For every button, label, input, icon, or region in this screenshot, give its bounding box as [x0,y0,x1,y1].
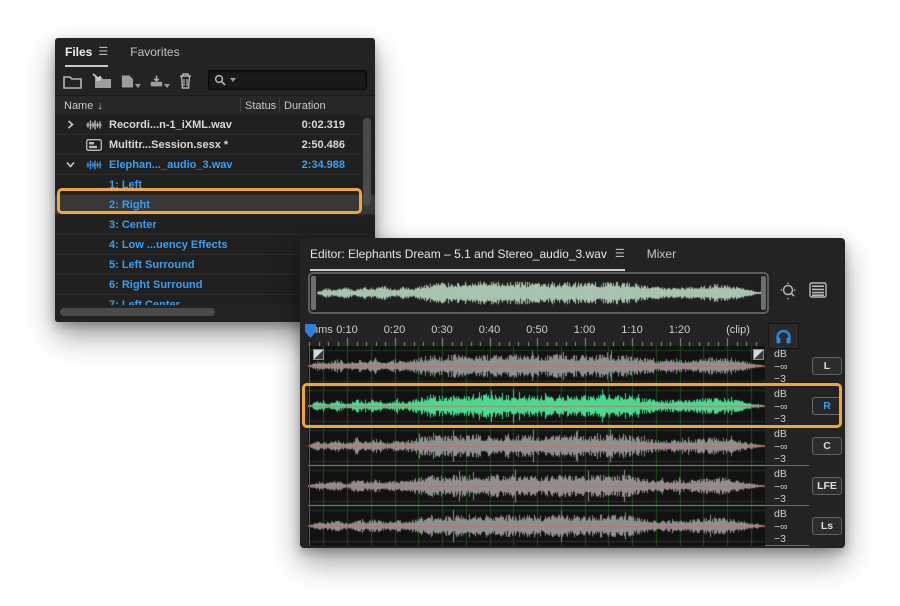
expander-chevron-icon[interactable] [63,161,77,168]
channel-button-c[interactable]: C [812,437,842,455]
search-input[interactable] [208,70,367,90]
db-scale: dB−∞−3 [765,386,809,426]
overview-right-handle[interactable] [761,276,766,310]
channel-button-column: L R C LFE Ls [809,346,845,546]
row-name: Elephan..._audio_3.wav [109,159,233,171]
column-divider [240,98,241,113]
column-status[interactable]: Status [245,100,276,112]
waveform-display[interactable] [308,346,765,546]
search-caret-icon [230,78,236,82]
row-name: 5: Left Surround [109,259,195,271]
row-name: 3: Center [109,219,157,231]
editor-panel: Editor: Elephants Dream – 5.1 and Stereo… [300,238,845,548]
trash-icon[interactable] [179,71,199,89]
zoom-navigate-icon[interactable] [778,280,800,307]
db-label: dB [774,468,787,480]
minus3-label: −3 [774,373,786,385]
minus3-label: −3 [774,453,786,465]
horizontal-scrollbar[interactable] [60,308,215,316]
tab-files-label: Files [65,45,92,59]
files-tabbar: Files ☰ Favorites [55,38,375,65]
files-column-header: Name ↓ Status Duration [55,95,375,116]
tab-files[interactable]: Files ☰ [65,36,108,67]
row-name: 2: Right [109,199,150,211]
timeline-ruler[interactable]: hms0:100:200:300:400:501:001:101:20(clip… [308,322,765,346]
db-scale: dB−∞−3 [765,346,809,386]
db-label: dB [774,428,787,440]
channel-button-ls[interactable]: Ls [812,517,842,535]
import-folder-icon[interactable] [92,71,112,89]
channel-button-l[interactable]: L [812,357,842,375]
row-duration: 0:02.319 [302,119,345,131]
tab-editor-label: Editor: Elephants Dream – 5.1 and Stereo… [310,247,607,261]
tab-mixer[interactable]: Mixer [647,236,676,271]
channel-row[interactable]: 1: Left [55,175,375,195]
db-scale: dB−∞−3 [765,466,809,506]
db-scale: dB−∞−3 [765,506,809,546]
vertical-scrollbar[interactable] [363,118,371,206]
new-file-icon[interactable] [121,71,141,89]
open-folder-icon[interactable] [63,71,83,89]
row-duration: 2:50.486 [302,139,345,151]
file-row[interactable]: Elephan..._audio_3.wav 2:34.988 [55,155,375,175]
editor-tabbar: Editor: Elephants Dream – 5.1 and Stereo… [300,238,845,268]
waveform-icon [85,160,103,170]
column-name[interactable]: Name ↓ [55,100,103,112]
tab-favorites[interactable]: Favorites [130,36,179,67]
save-export-icon[interactable] [150,71,170,89]
panel-menu-icon[interactable]: ☰ [98,45,108,58]
neg-infinity-label: −∞ [774,401,788,413]
minus3-label: −3 [774,413,786,425]
column-divider [279,98,280,113]
ruler-ticks [308,335,765,346]
file-row[interactable]: Recordi...n-1_iXML.wav 0:02.319 [55,115,375,135]
waveform-icon [85,120,103,130]
tab-editor[interactable]: Editor: Elephants Dream – 5.1 and Stereo… [310,236,625,271]
overview-navigator[interactable] [308,272,769,314]
db-label: dB [774,388,787,400]
row-name: 1: Left [109,179,142,191]
fade-in-handle[interactable] [313,349,324,360]
neg-infinity-label: −∞ [774,481,788,493]
expander-chevron-icon[interactable] [63,120,77,129]
files-toolbar [55,65,375,95]
neg-infinity-label: −∞ [774,361,788,373]
panel-menu-icon[interactable]: ☰ [615,247,625,260]
row-duration: 2:34.988 [302,159,345,171]
session-icon [85,139,103,151]
db-label: dB [774,508,787,520]
db-scale-column: dB−∞−3dB−∞−3dB−∞−3dB−∞−3dB−∞−3 [765,346,809,546]
tab-mixer-label: Mixer [647,247,676,261]
channel-row[interactable]: 2: Right [55,195,375,215]
row-name: Recordi...n-1_iXML.wav [109,119,232,131]
row-name: 4: Low ...uency Effects [109,239,228,251]
db-scale: dB−∞−3 [765,426,809,466]
file-row[interactable]: Multitr...Session.sesx * 2:50.486 [55,135,375,155]
minus3-label: −3 [774,493,786,505]
sort-arrow-icon: ↓ [97,100,103,112]
column-name-label: Name [64,100,93,112]
overview-waveform [317,275,764,311]
tab-favorites-label: Favorites [130,45,179,59]
search-icon [214,74,226,86]
fade-out-handle[interactable] [753,349,764,360]
neg-infinity-label: −∞ [774,521,788,533]
column-duration[interactable]: Duration [284,100,326,112]
row-name: 6: Right Surround [109,279,203,291]
channel-button-r[interactable]: R [812,397,842,415]
headphones-icon [775,329,792,344]
neg-infinity-label: −∞ [774,441,788,453]
track-list-icon[interactable] [808,280,828,305]
channel-row[interactable]: 3: Center [55,215,375,235]
overview-left-handle[interactable] [311,276,316,310]
channel-button-lfe[interactable]: LFE [812,477,842,495]
row-name: Multitr...Session.sesx * [109,139,228,151]
db-label: dB [774,348,787,360]
playhead-line [309,346,310,546]
minus3-label: −3 [774,533,786,545]
